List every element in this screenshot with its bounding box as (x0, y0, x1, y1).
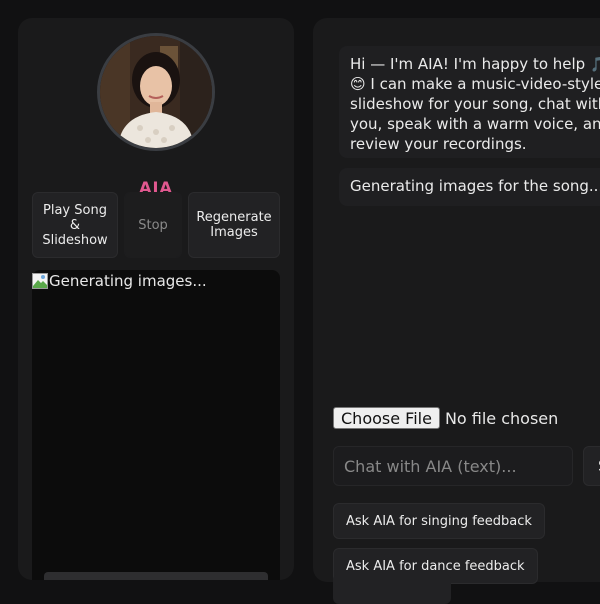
chat-input[interactable] (333, 446, 573, 486)
play-song-slideshow-button[interactable]: Play Song & Slideshow (32, 192, 118, 258)
file-status: No file chosen (444, 408, 559, 428)
broken-image-icon (32, 273, 48, 289)
stop-button[interactable]: Stop (124, 192, 182, 258)
avatar (97, 33, 215, 151)
file-picker[interactable]: Choose File No file chosen (333, 407, 558, 429)
assistant-message: Hi — I'm AIA! I'm happy to help 🎵😊 I can… (339, 46, 600, 158)
slideshow-scrollbar[interactable] (44, 572, 268, 580)
singing-feedback-button[interactable]: Ask AIA for singing feedback (333, 503, 545, 539)
slideshow-viewer: Generating images... (32, 270, 280, 580)
slideshow-alt-text: Generating images... (49, 272, 207, 290)
assistant-message: Generating images for the song... (339, 168, 600, 206)
slideshow-image: Generating images... (32, 272, 207, 290)
send-button[interactable]: Send (583, 446, 600, 486)
choose-file-button[interactable]: Choose File (333, 407, 440, 429)
left-panel: AIA Play Song & Slideshow Stop Regenerat… (18, 18, 294, 580)
chat-panel: Hi — I'm AIA! I'm happy to help 🎵😊 I can… (313, 18, 600, 584)
avatar-portrait (100, 36, 212, 148)
regenerate-images-button[interactable]: Regenerate Images (188, 192, 280, 258)
